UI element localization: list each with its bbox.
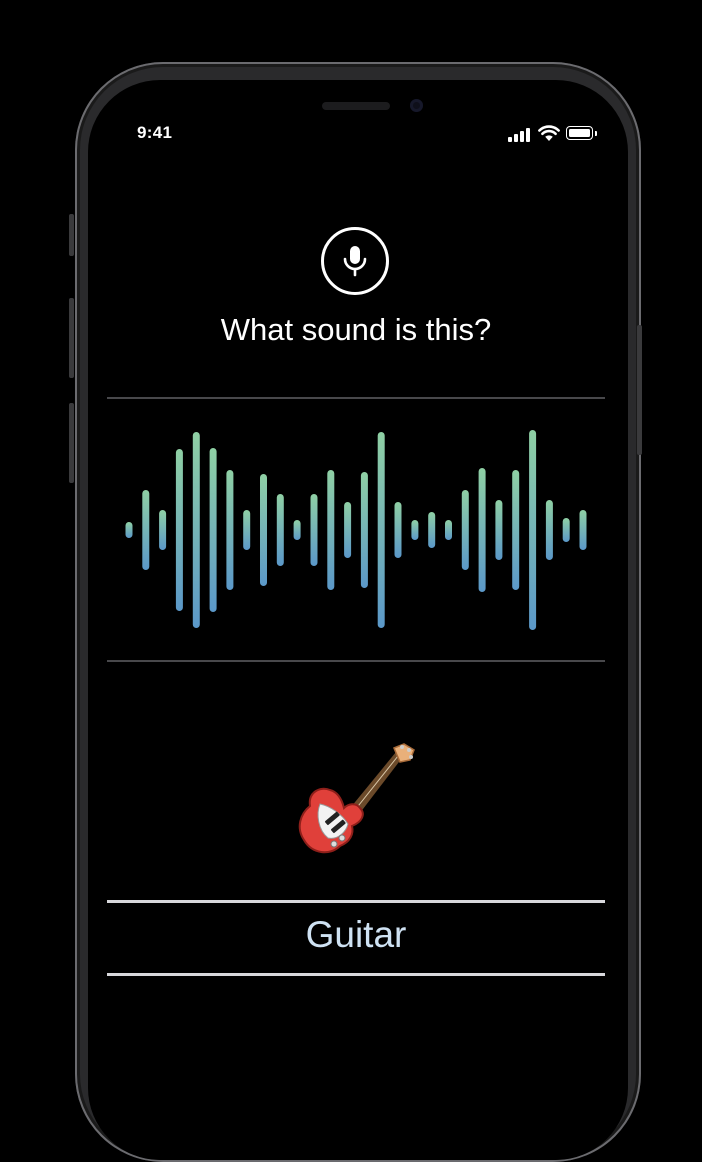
waveform-bar xyxy=(461,490,469,570)
waveform-bar xyxy=(562,518,570,542)
wifi-icon xyxy=(538,125,560,141)
waveform-bar xyxy=(545,500,553,560)
electric-guitar-icon xyxy=(298,743,415,854)
waveform-bar xyxy=(512,470,520,590)
waveform-bar xyxy=(344,502,352,558)
waveform-bar xyxy=(360,472,368,588)
prompt-question: What sound is this? xyxy=(220,312,492,347)
waveform-bar xyxy=(377,432,385,628)
waveform-bar xyxy=(411,520,419,540)
divider xyxy=(107,397,605,399)
waveform-bar xyxy=(226,470,234,590)
waveform-bar xyxy=(209,448,217,612)
waveform-bar xyxy=(142,490,150,570)
waveform-bar xyxy=(125,522,133,538)
microphone-button[interactable] xyxy=(321,227,389,295)
front-camera xyxy=(410,99,423,112)
cellular-signal-icon xyxy=(508,127,532,142)
status-time: 9:41 xyxy=(137,123,173,142)
result-label: Guitar xyxy=(305,914,407,955)
waveform-bar xyxy=(495,500,503,560)
waveform-bar xyxy=(579,510,587,550)
waveform-bar xyxy=(310,494,318,566)
waveform-bar xyxy=(293,520,301,540)
volume-up-button xyxy=(69,298,74,378)
waveform-bar xyxy=(327,470,335,590)
waveform-bar xyxy=(394,502,402,558)
waveform-bar xyxy=(260,474,267,586)
result-divider xyxy=(107,973,605,976)
waveform-bar xyxy=(159,510,167,550)
power-button xyxy=(637,325,642,455)
waveform-bar xyxy=(276,494,284,566)
waveform-bar xyxy=(478,468,486,592)
microphone-icon xyxy=(343,246,367,277)
waveform-bar xyxy=(243,510,251,550)
silent-switch xyxy=(69,214,74,256)
audio-waveform xyxy=(125,430,587,630)
divider xyxy=(107,660,605,662)
waveform-bar xyxy=(428,512,436,548)
volume-down-button xyxy=(69,403,74,483)
waveform-bar xyxy=(529,430,537,630)
result-divider xyxy=(107,900,605,903)
battery-icon xyxy=(566,126,597,140)
waveform-bar xyxy=(192,432,200,628)
waveform-bar xyxy=(445,520,452,540)
earpiece-speaker xyxy=(322,102,390,110)
waveform-bar xyxy=(175,449,183,611)
